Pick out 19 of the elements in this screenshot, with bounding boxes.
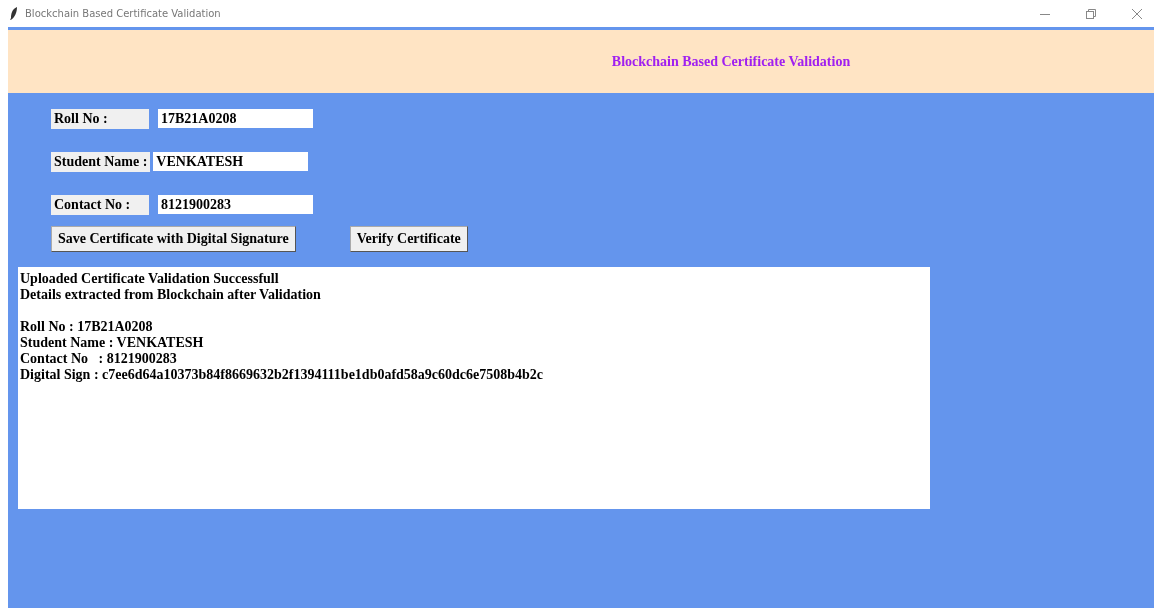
output-line: Contact No : 8121900283 — [20, 351, 177, 367]
output-line: Uploaded Certificate Validation Successfull — [20, 271, 279, 287]
input-field[interactable]: 17B21A0208 — [158, 109, 313, 128]
field-label: Roll No : — [51, 108, 149, 129]
action-button[interactable]: Save Certificate with Digital Signature — [51, 226, 296, 252]
field-label: Contact No : — [51, 194, 149, 215]
field-label: Student Name : — [51, 151, 151, 172]
output-line: Roll No : 17B21A0208 — [20, 319, 153, 335]
feather-icon — [10, 7, 18, 20]
close-icon[interactable] — [1132, 8, 1142, 19]
action-button[interactable]: Verify Certificate — [349, 226, 468, 252]
output-line: Digital Sign : c7ee6d64a10373b84f8669632b2f1394111be1db0afd58a9c60dc6e7508b4b2c — [20, 367, 544, 383]
restore-icon[interactable] — [1086, 8, 1096, 19]
input-field[interactable]: 8121900283 — [158, 195, 313, 214]
output-line: Details extracted from Blockchain after Validation — [20, 287, 321, 303]
output-line: Student Name : VENKATESH — [20, 335, 204, 351]
app-title: Blockchain Based Certificate Validation — [610, 53, 851, 70]
input-field[interactable]: VENKATESH — [153, 152, 309, 171]
window-title: Blockchain Based Certificate Validation — [25, 8, 221, 19]
